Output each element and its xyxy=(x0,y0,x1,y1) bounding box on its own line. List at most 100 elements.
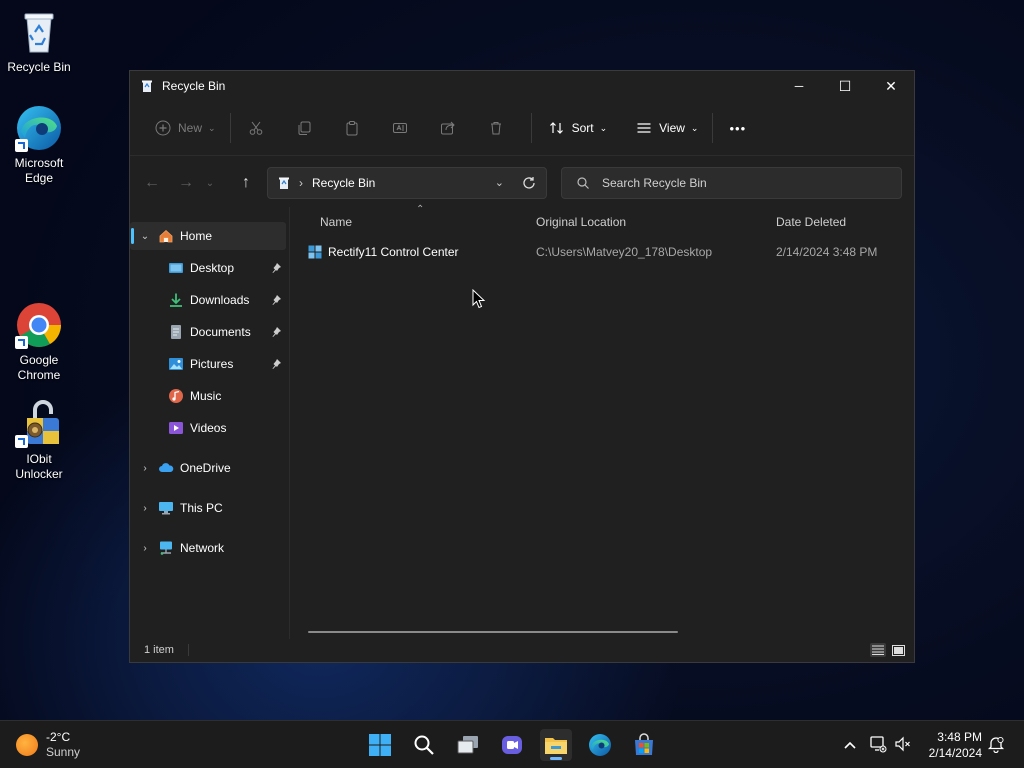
title-bar[interactable]: Recycle Bin ─ ☐ ✕ xyxy=(130,71,914,101)
desktop-icon-iobit-unlocker[interactable]: IObit Unlocker xyxy=(1,400,77,482)
share-icon xyxy=(437,119,459,137)
chevron-right-icon[interactable]: › xyxy=(138,543,152,554)
network-icon xyxy=(158,540,174,556)
horizontal-scrollbar[interactable] xyxy=(308,631,678,633)
download-icon xyxy=(168,292,184,308)
navigation-pane[interactable]: ⌄ Home Desktop Downloads Documents Pictu… xyxy=(130,207,288,639)
recent-locations-button[interactable]: ⌄ xyxy=(200,167,220,199)
file-list[interactable]: ⌃ Name Original Location Date Deleted Re… xyxy=(290,204,914,639)
sidebar-item-downloads[interactable]: Downloads xyxy=(130,286,286,314)
file-explorer-taskbar-button[interactable] xyxy=(540,729,572,761)
windows-logo-icon xyxy=(369,734,391,756)
mouse-cursor-icon xyxy=(472,288,486,309)
application-icon xyxy=(308,245,322,259)
navigation-bar: ← → ⌄ ↑ › Recycle Bin ⌄ Search Recycle B… xyxy=(130,156,914,208)
clock[interactable]: 3:48 PM 2/14/2024 xyxy=(920,729,982,761)
file-date-deleted: 2/14/2024 3:48 PM xyxy=(776,245,878,259)
maximize-button[interactable]: ☐ xyxy=(822,71,868,101)
chevron-up-icon xyxy=(844,741,856,749)
view-button[interactable]: View ⌄ xyxy=(625,112,706,144)
sidebar-item-home[interactable]: ⌄ Home xyxy=(130,222,286,250)
details-view-button[interactable] xyxy=(870,643,886,657)
sun-icon xyxy=(16,734,38,756)
desktop-icon-recycle-bin[interactable]: Recycle Bin xyxy=(1,8,77,75)
cut-button[interactable] xyxy=(237,112,285,144)
clock-date: 2/14/2024 xyxy=(928,746,982,760)
minimize-button[interactable]: ─ xyxy=(776,71,822,101)
sidebar-item-label: Network xyxy=(180,541,225,555)
column-header-original-location[interactable]: Original Location xyxy=(536,215,626,229)
forward-button[interactable]: → xyxy=(170,167,202,199)
back-button[interactable]: ← xyxy=(136,167,168,199)
new-button[interactable]: New ⌄ xyxy=(144,112,224,144)
network-tray-button[interactable] xyxy=(869,735,889,755)
shortcut-arrow-icon xyxy=(15,435,28,448)
task-view-button[interactable] xyxy=(452,729,484,761)
address-dropdown-button[interactable]: ⌄ xyxy=(495,176,504,189)
new-button-label: New xyxy=(178,121,203,135)
paste-button[interactable] xyxy=(333,112,381,144)
pin-icon[interactable] xyxy=(270,326,282,338)
copy-icon xyxy=(293,119,315,137)
chevron-down-icon[interactable]: ⌄ xyxy=(138,231,152,242)
sidebar-item-label: Home xyxy=(180,229,213,243)
search-button[interactable] xyxy=(408,729,440,761)
up-button[interactable]: ↑ xyxy=(230,167,262,199)
column-header-date-deleted[interactable]: Date Deleted xyxy=(776,215,846,229)
pin-icon[interactable] xyxy=(270,358,282,370)
sidebar-item-pictures[interactable]: Pictures xyxy=(130,350,286,378)
sidebar-item-this-pc[interactable]: › This PC xyxy=(130,494,286,522)
rename-icon xyxy=(389,119,411,137)
column-header-name[interactable]: Name xyxy=(320,215,352,229)
edge-taskbar-button[interactable] xyxy=(584,729,616,761)
network-icon xyxy=(870,736,887,753)
close-icon: ✕ xyxy=(885,77,897,94)
weather-widget[interactable]: -2°C Sunny xyxy=(16,729,80,761)
video-icon xyxy=(168,420,184,436)
sidebar-item-desktop[interactable]: Desktop xyxy=(130,254,286,282)
sidebar-item-network[interactable]: › Network xyxy=(130,534,286,562)
rename-button[interactable] xyxy=(381,112,429,144)
see-more-button[interactable]: ••• xyxy=(719,112,754,144)
sidebar-item-onedrive[interactable]: › OneDrive xyxy=(130,454,286,482)
clipboard-icon xyxy=(341,119,363,137)
breadcrumb-recycle-bin[interactable]: Recycle Bin xyxy=(312,176,375,190)
sort-icon xyxy=(546,119,568,137)
store-taskbar-button[interactable] xyxy=(628,729,660,761)
chat-button[interactable] xyxy=(496,729,528,761)
pin-icon[interactable] xyxy=(270,262,282,274)
table-row[interactable]: Rectify11 Control Center C:\Users\Matvey… xyxy=(306,243,906,265)
plus-circle-icon xyxy=(152,119,174,137)
weather-description: Sunny xyxy=(46,745,81,759)
desktop-icon-edge[interactable]: Microsoft Edge xyxy=(1,104,77,186)
chevron-right-icon[interactable]: › xyxy=(138,463,152,474)
share-button[interactable] xyxy=(429,112,477,144)
sort-ascending-indicator: ⌃ xyxy=(416,204,425,215)
more-icon: ••• xyxy=(729,120,747,136)
sidebar-item-videos[interactable]: Videos xyxy=(130,414,286,442)
edge-icon xyxy=(589,734,611,756)
close-button[interactable]: ✕ xyxy=(868,71,914,101)
volume-tray-button[interactable] xyxy=(894,735,914,755)
sort-button[interactable]: Sort ⌄ xyxy=(538,112,616,144)
trash-icon xyxy=(485,119,507,137)
tiles-view-button[interactable] xyxy=(890,643,906,657)
address-bar[interactable]: › Recycle Bin ⌄ xyxy=(267,167,547,199)
view-list-icon xyxy=(633,119,655,137)
sidebar-item-documents[interactable]: Documents xyxy=(130,318,286,346)
sidebar-item-music[interactable]: Music xyxy=(130,382,286,410)
arrow-up-icon: ↑ xyxy=(242,174,250,191)
show-hidden-icons-button[interactable] xyxy=(840,735,860,755)
speaker-muted-icon xyxy=(895,736,910,752)
copy-button[interactable] xyxy=(285,112,333,144)
pin-icon[interactable] xyxy=(270,294,282,306)
delete-button[interactable] xyxy=(477,112,525,144)
desktop-icon-chrome[interactable]: Google Chrome xyxy=(1,301,77,383)
search-box[interactable]: Search Recycle Bin xyxy=(561,167,902,199)
notification-center-button[interactable] xyxy=(987,735,1007,755)
desktop-icon-label: IObit Unlocker xyxy=(15,452,63,481)
recycle-bin-small-icon xyxy=(277,176,291,190)
start-button[interactable] xyxy=(364,729,396,761)
chevron-right-icon[interactable]: › xyxy=(138,503,152,514)
refresh-button[interactable] xyxy=(522,176,536,190)
